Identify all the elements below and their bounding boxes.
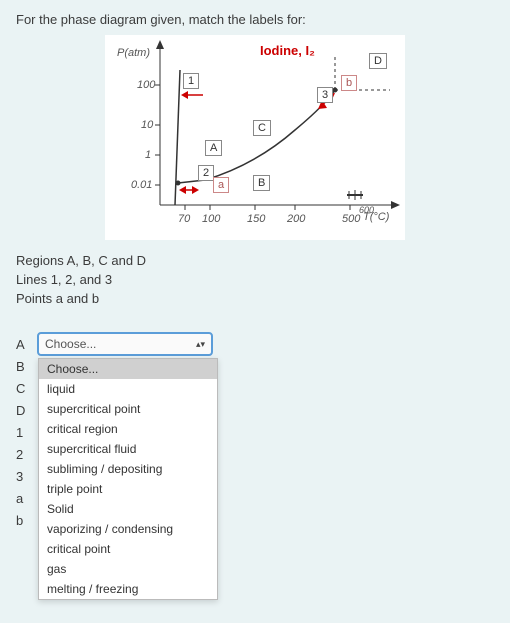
option-gas[interactable]: gas xyxy=(39,559,217,579)
y-axis-label: P(atm) xyxy=(117,47,150,59)
row-label-2: 2 xyxy=(16,447,38,462)
diagram-container: Iodine, I₂ P(atm) T(°C) 0.01 1 10 100 70… xyxy=(16,35,494,243)
x-tick-3: 200 xyxy=(287,213,305,225)
row-label-3: 3 xyxy=(16,469,38,484)
option-triple-pt[interactable]: triple point xyxy=(39,479,217,499)
y-tick-1: 1 xyxy=(145,149,151,161)
row-label-D: D xyxy=(16,403,38,418)
option-vaporizing[interactable]: vaporizing / condensing xyxy=(39,519,217,539)
option-crit-pt[interactable]: critical point xyxy=(39,539,217,559)
row-label-a: a xyxy=(16,491,38,506)
caret-icon: ▴▾ xyxy=(196,339,205,350)
option-subliming[interactable]: subliming / depositing xyxy=(39,459,217,479)
line-label-1: 1 xyxy=(183,73,199,89)
y-tick-2: 10 xyxy=(141,119,153,131)
x-tick-4: 500 xyxy=(342,213,360,225)
region-label-c: C xyxy=(253,120,271,136)
chart-title: Iodine, I₂ xyxy=(260,43,315,58)
subprompt-lines: Lines 1, 2, and 3 xyxy=(16,272,494,287)
option-supercrit-fl[interactable]: supercritical fluid xyxy=(39,439,217,459)
region-label-d: D xyxy=(369,53,387,69)
row-label-1: 1 xyxy=(16,425,38,440)
point-label-a: a xyxy=(213,177,229,193)
option-choose[interactable]: Choose... xyxy=(39,359,217,379)
y-tick-0: 0.01 xyxy=(131,179,152,191)
row-label-C: C xyxy=(16,381,38,396)
option-supercrit-pt[interactable]: supercritical point xyxy=(39,399,217,419)
option-melting[interactable]: melting / freezing xyxy=(39,579,217,599)
region-label-b: B xyxy=(253,175,270,191)
row-label-B: B xyxy=(16,359,38,374)
subprompt-points: Points a and b xyxy=(16,291,494,306)
row-label-b: b xyxy=(16,513,38,528)
region-label-a: A xyxy=(205,140,222,156)
y-tick-3: 100 xyxy=(137,79,155,91)
option-solid[interactable]: Solid xyxy=(39,499,217,519)
select-A[interactable]: Choose... ▴▾ xyxy=(38,333,212,355)
select-A-dropdown: Choose... liquid supercritical point cri… xyxy=(38,358,218,600)
match-row-A: A Choose... ▴▾ Choose... liquid supercri… xyxy=(16,334,494,354)
x-tick-extra: 600 xyxy=(359,205,374,215)
matching-area: A Choose... ▴▾ Choose... liquid supercri… xyxy=(16,334,494,530)
subprompt-regions: Regions A, B, C and D xyxy=(16,253,494,268)
option-crit-region[interactable]: critical region xyxy=(39,419,217,439)
x-tick-2: 150 xyxy=(247,213,265,225)
option-liquid[interactable]: liquid xyxy=(39,379,217,399)
line-label-2: 2 xyxy=(198,165,214,181)
x-tick-1: 100 xyxy=(202,213,220,225)
select-A-value: Choose... xyxy=(45,337,96,351)
line-label-3: 3 xyxy=(317,87,333,103)
row-label-A: A xyxy=(16,337,38,352)
phase-diagram: Iodine, I₂ P(atm) T(°C) 0.01 1 10 100 70… xyxy=(105,35,405,240)
x-tick-0: 70 xyxy=(178,213,190,225)
question-prompt: For the phase diagram given, match the l… xyxy=(16,12,494,27)
point-label-b: b xyxy=(341,75,357,91)
